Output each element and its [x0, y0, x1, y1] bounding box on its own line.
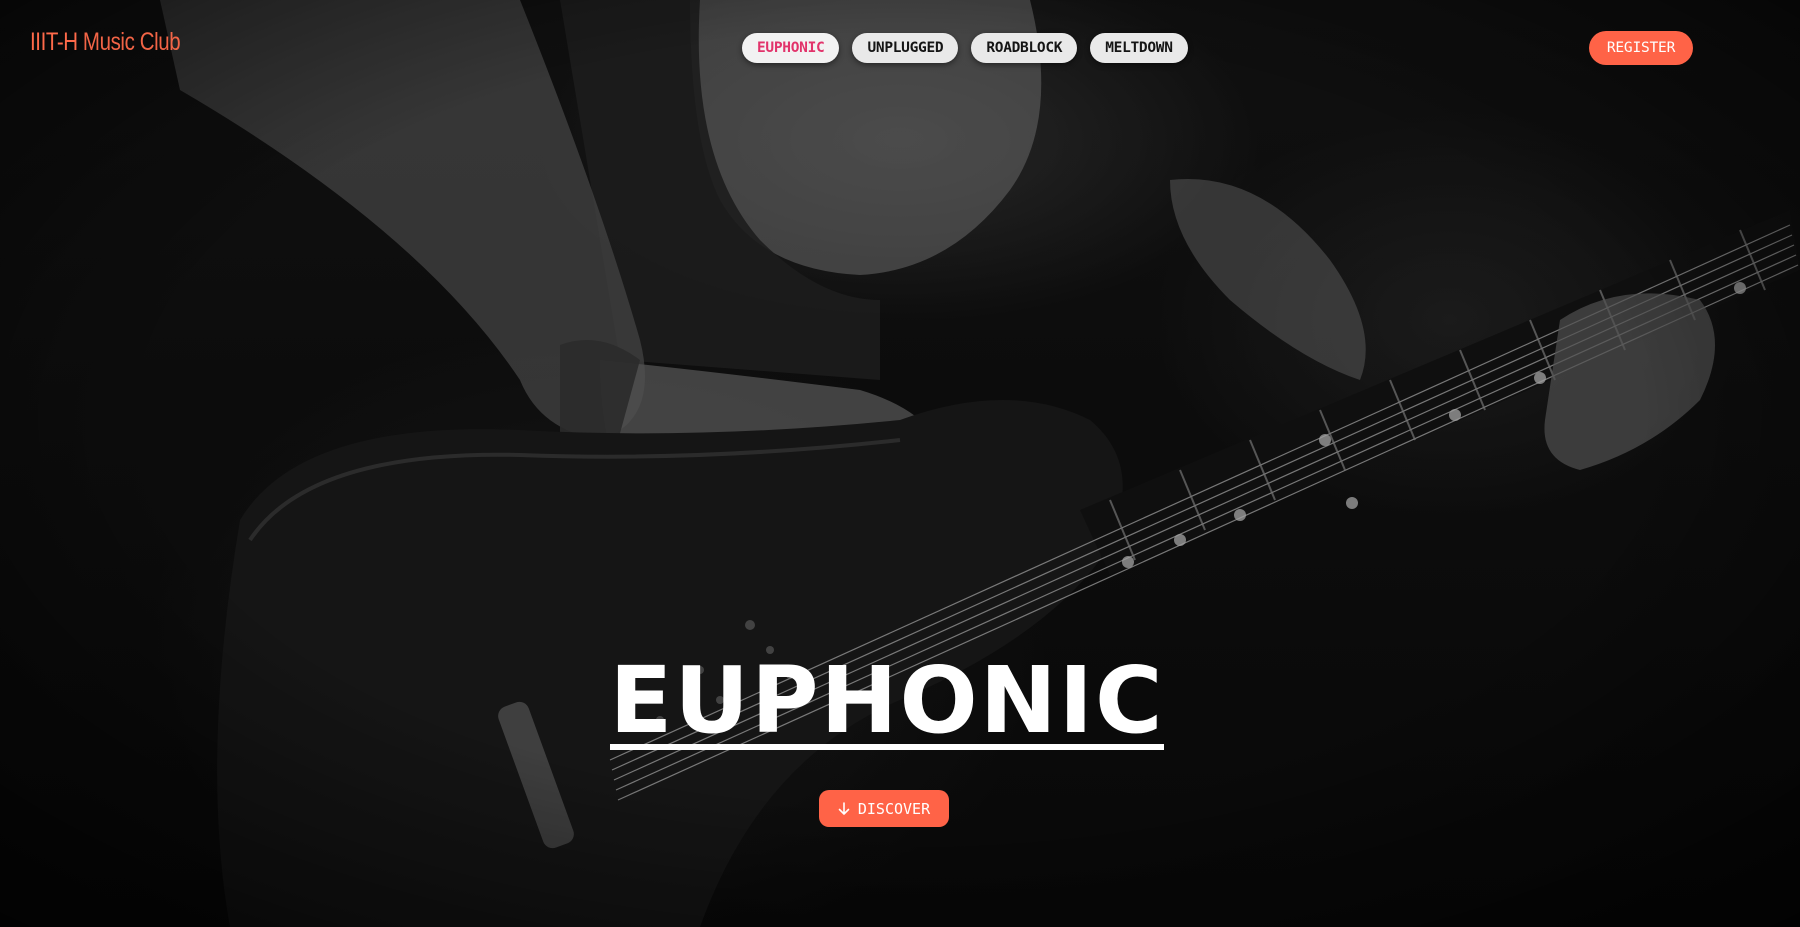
- nav-item-unplugged[interactable]: UNPLUGGED: [852, 33, 959, 63]
- hero-section: IIIT-H Music Club EUPHONIC UNPLUGGED ROA…: [0, 0, 1800, 927]
- nav-item-meltdown[interactable]: MELTDOWN: [1090, 33, 1188, 63]
- main-nav: EUPHONIC UNPLUGGED ROADBLOCK MELTDOWN: [742, 33, 1188, 63]
- nav-item-euphonic[interactable]: EUPHONIC: [742, 33, 840, 63]
- arrow-down-icon: [838, 801, 850, 816]
- discover-label: DISCOVER: [857, 799, 931, 818]
- hero-background-image: [0, 0, 1800, 927]
- register-button[interactable]: REGISTER: [1589, 31, 1693, 65]
- nav-item-roadblock[interactable]: ROADBLOCK: [971, 33, 1078, 63]
- brand-prefix: IIIT-H: [30, 28, 78, 56]
- site-logo[interactable]: IIIT-H Music Club: [30, 28, 181, 57]
- hero-title: EUPHONIC: [0, 655, 1774, 750]
- discover-button[interactable]: DISCOVER: [819, 790, 949, 827]
- brand-suffix: Music Club: [77, 28, 181, 56]
- hero-title-text: EUPHONIC: [609, 647, 1165, 754]
